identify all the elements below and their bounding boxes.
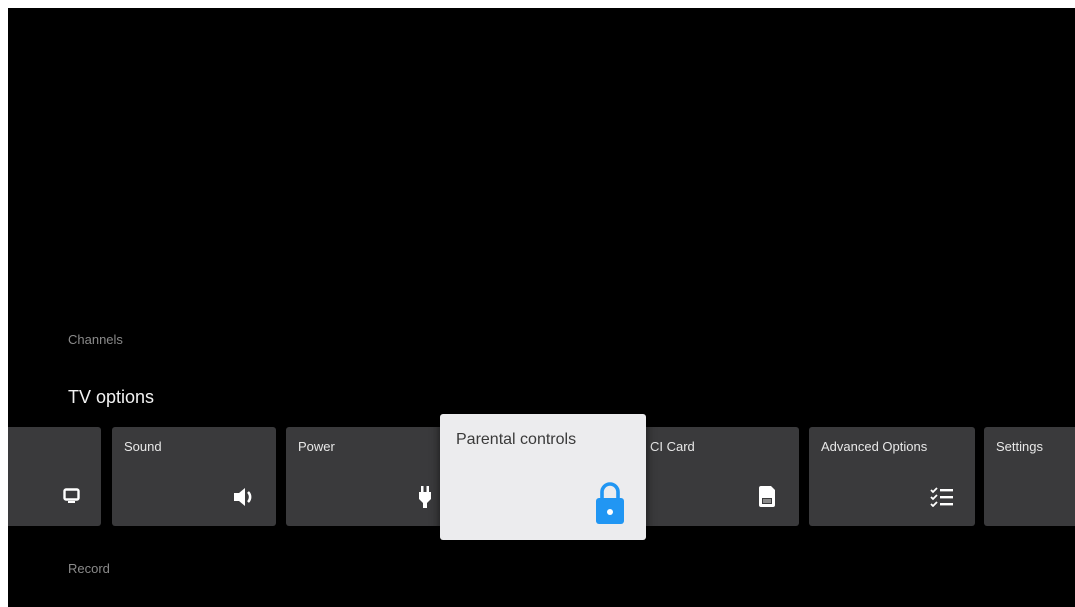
tile-power-label: Power [298, 439, 335, 454]
channels-row-label[interactable]: Channels [68, 332, 123, 347]
tile-ci-card[interactable]: CI Card [640, 427, 799, 526]
tile-display[interactable] [8, 427, 101, 526]
tile-parental-controls-label: Parental controls [456, 431, 577, 448]
record-row-label[interactable]: Record [68, 561, 110, 576]
tile-advanced-options-label: Advanced Options [821, 439, 928, 454]
tile-parental-controls[interactable]: Parental controls [440, 414, 646, 540]
tile-sound-label: Sound [124, 439, 162, 454]
speaker-icon [234, 488, 252, 506]
tile-power[interactable]: Power [286, 427, 449, 526]
tile-settings-label: Settings [996, 439, 1043, 454]
display-icon [63, 488, 80, 503]
tile-settings[interactable]: Settings [984, 427, 1075, 526]
checklist-icon [930, 487, 953, 507]
tile-sound[interactable]: Sound [112, 427, 276, 526]
tile-advanced-options[interactable]: Advanced Options [809, 427, 975, 526]
lock-icon [596, 482, 624, 524]
tv-screen: Channels TV options Sound Power CI Card [8, 8, 1075, 607]
tv-options-title: TV options [68, 387, 155, 407]
sim-card-icon [759, 486, 775, 507]
plug-icon [419, 486, 431, 508]
tile-ci-card-label: CI Card [650, 439, 695, 454]
